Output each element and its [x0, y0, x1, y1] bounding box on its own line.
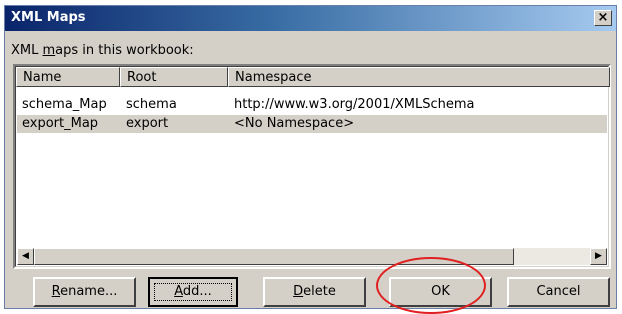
ok-button[interactable]: OK: [389, 277, 492, 307]
column-header-namespace[interactable]: Namespace: [228, 67, 610, 87]
title-bar[interactable]: XML Maps ×: [5, 6, 616, 31]
horizontal-scrollbar[interactable]: ◀ ▶: [17, 248, 607, 265]
close-icon: ×: [597, 10, 609, 25]
add-button[interactable]: Add...: [148, 277, 238, 307]
scroll-right-button[interactable]: ▶: [590, 248, 607, 265]
delete-button[interactable]: Delete: [263, 277, 366, 307]
row-name: export_Map: [22, 116, 99, 131]
column-header-root[interactable]: Root: [120, 67, 228, 87]
scroll-thumb[interactable]: [34, 248, 514, 265]
row-namespace: <No Namespace>: [234, 116, 355, 131]
close-button[interactable]: ×: [594, 10, 612, 26]
xml-maps-list[interactable]: Name Root Namespace schema_Map schema ht…: [13, 64, 611, 269]
list-header: Name Root Namespace: [16, 67, 610, 87]
dialog-title: XML Maps: [11, 10, 86, 25]
cancel-button[interactable]: Cancel: [507, 277, 610, 307]
row-root: export: [126, 116, 169, 131]
rename-button[interactable]: Rename...: [33, 277, 136, 307]
arrow-right-icon: ▶: [595, 251, 602, 261]
column-header-name[interactable]: Name: [16, 67, 120, 87]
xml-maps-dialog: XML Maps × XML maps in this workbook: Na…: [4, 5, 617, 309]
table-row[interactable]: schema_Map schema http://www.w3.org/2001…: [17, 96, 607, 114]
arrow-left-icon: ◀: [22, 251, 29, 261]
table-row-selected[interactable]: export_Map export <No Namespace>: [17, 115, 607, 133]
row-root: schema: [126, 97, 177, 112]
scroll-left-button[interactable]: ◀: [17, 248, 34, 265]
maps-list-label: XML maps in this workbook:: [11, 43, 194, 58]
row-name: schema_Map: [22, 97, 107, 112]
row-namespace: http://www.w3.org/2001/XMLSchema: [234, 97, 475, 112]
